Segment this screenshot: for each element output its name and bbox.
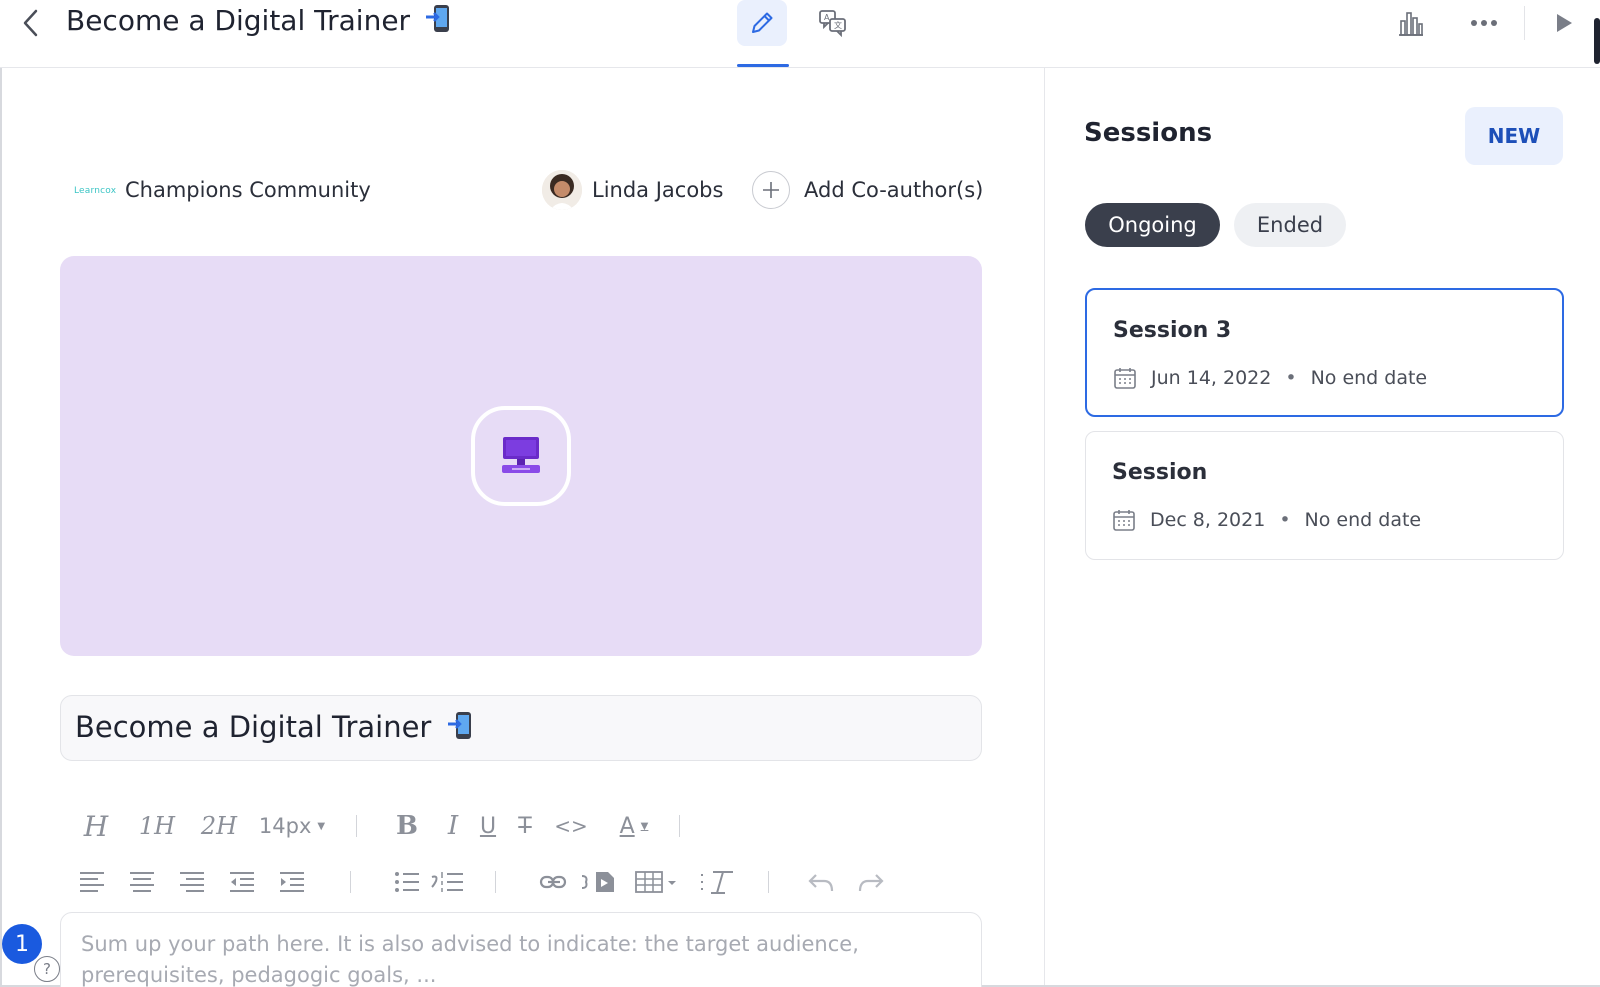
format-toolbar-row-2 xyxy=(76,862,887,902)
scrollbar-thumb[interactable] xyxy=(1594,18,1600,64)
play-icon xyxy=(1557,14,1572,32)
indent-icon[interactable] xyxy=(276,864,308,900)
tab-translate[interactable]: A 文 xyxy=(808,0,858,46)
community-name[interactable]: Champions Community xyxy=(125,178,371,202)
svg-text:A: A xyxy=(824,13,830,22)
underline-icon[interactable]: U xyxy=(473,808,503,844)
undo-icon[interactable] xyxy=(805,864,837,900)
mobile-arrow-icon xyxy=(447,712,471,739)
panel-divider xyxy=(1044,68,1045,985)
text-color-icon[interactable]: A ▼ xyxy=(609,808,659,844)
toolbar-separator xyxy=(350,871,351,893)
notification-badge[interactable]: 1 xyxy=(2,924,42,964)
session-start-date: Jun 14, 2022 xyxy=(1151,367,1272,389)
heading-icon[interactable]: H xyxy=(76,808,116,844)
link-icon[interactable] xyxy=(536,864,572,900)
session-card[interactable]: Session Dec 8, 2021 • No end date xyxy=(1085,431,1564,560)
description-editor[interactable]: Sum up your path here. It is also advise… xyxy=(60,912,982,987)
path-meta-row: Learncox Champions Community Linda Jacob… xyxy=(72,168,983,216)
description-placeholder: Sum up your path here. It is also advise… xyxy=(81,932,859,987)
calendar-icon xyxy=(1113,510,1135,531)
italic-icon[interactable]: I xyxy=(439,808,467,844)
path-title-text: Become a Digital Trainer xyxy=(75,710,432,744)
analytics-button[interactable] xyxy=(1391,4,1431,42)
svg-text:文: 文 xyxy=(834,20,842,30)
outdent-icon[interactable] xyxy=(226,864,258,900)
chevron-down-icon: ▼ xyxy=(317,820,326,832)
sessions-title: Sessions xyxy=(1084,118,1213,148)
filter-ended[interactable]: Ended xyxy=(1234,203,1346,247)
session-end-date: No end date xyxy=(1310,367,1428,389)
toolbar-divider xyxy=(1524,6,1525,40)
page-title-text: Become a Digital Trainer xyxy=(66,4,411,37)
heading-2-icon[interactable]: 2H xyxy=(194,808,244,844)
translate-icon: A 文 xyxy=(819,10,846,37)
back-button[interactable] xyxy=(18,8,44,38)
bold-icon[interactable]: B xyxy=(387,808,427,844)
redo-icon[interactable] xyxy=(855,864,887,900)
filter-ongoing[interactable]: Ongoing xyxy=(1085,203,1220,247)
clear-format-icon[interactable] xyxy=(698,864,738,900)
mobile-arrow-icon xyxy=(425,5,449,32)
add-coauthor-label: Add Co-author(s) xyxy=(804,178,984,202)
bullet-list-icon[interactable] xyxy=(391,864,423,900)
font-size-select[interactable]: 14px ▼ xyxy=(252,808,332,844)
toolbar-separator xyxy=(679,815,680,837)
path-title-value: Become a Digital Trainer xyxy=(75,710,473,744)
session-name: Session xyxy=(1112,460,1208,485)
session-end-date: No end date xyxy=(1304,509,1422,531)
top-bar: Become a Digital Trainer A 文 xyxy=(0,0,1600,68)
font-size-value: 14px xyxy=(258,814,312,838)
align-left-icon[interactable] xyxy=(76,864,108,900)
align-center-icon[interactable] xyxy=(126,864,158,900)
active-tab-indicator xyxy=(737,64,789,67)
cover-icon-frame xyxy=(471,406,571,506)
strikethrough-icon[interactable]: T xyxy=(509,808,541,844)
avatar-image xyxy=(542,170,582,210)
session-start-date: Dec 8, 2021 xyxy=(1150,509,1266,531)
pencil-icon xyxy=(752,12,773,33)
new-session-button[interactable]: NEW xyxy=(1465,107,1563,165)
table-icon[interactable] xyxy=(634,864,680,900)
tab-edit[interactable] xyxy=(737,0,787,46)
computer-icon xyxy=(502,437,540,473)
numbered-list-icon[interactable] xyxy=(429,864,465,900)
code-icon[interactable]: <> xyxy=(553,808,589,844)
session-name: Session 3 xyxy=(1113,318,1232,343)
add-coauthor-button[interactable]: Add Co-author(s) xyxy=(752,170,983,210)
toolbar-separator xyxy=(356,815,357,837)
more-options-button[interactable] xyxy=(1464,4,1504,42)
heading-1-icon[interactable]: 1H xyxy=(128,808,186,844)
chevron-left-icon xyxy=(23,9,38,37)
cover-image-area[interactable] xyxy=(60,256,982,656)
bar-chart-icon xyxy=(1399,12,1423,36)
chevron-down-icon: ▼ xyxy=(640,820,649,832)
session-dates: Dec 8, 2021 • No end date xyxy=(1112,508,1421,532)
page-title: Become a Digital Trainer xyxy=(66,4,451,37)
more-options-icon xyxy=(1471,20,1497,26)
toolbar-separator xyxy=(495,871,496,893)
preview-button[interactable] xyxy=(1544,4,1584,42)
path-title-input[interactable]: Become a Digital Trainer xyxy=(60,695,982,761)
author-name: Linda Jacobs xyxy=(592,178,724,202)
insert-media-icon[interactable] xyxy=(578,864,618,900)
community-logo: Learncox xyxy=(74,186,117,196)
toolbar-separator xyxy=(768,871,769,893)
separator-dot: • xyxy=(1285,367,1297,389)
author-avatar xyxy=(542,170,582,210)
plus-icon xyxy=(752,171,790,209)
separator-dot: • xyxy=(1279,509,1291,531)
session-card[interactable]: Session 3 Jun 14, 2022 • No end date xyxy=(1085,288,1564,417)
format-toolbar-row-1: H 1H 2H 14px ▼ B I U T <> A ▼ xyxy=(76,806,680,846)
help-icon[interactable]: ? xyxy=(34,956,60,982)
calendar-icon xyxy=(1114,368,1136,389)
align-right-icon[interactable] xyxy=(176,864,208,900)
session-dates: Jun 14, 2022 • No end date xyxy=(1113,366,1427,390)
